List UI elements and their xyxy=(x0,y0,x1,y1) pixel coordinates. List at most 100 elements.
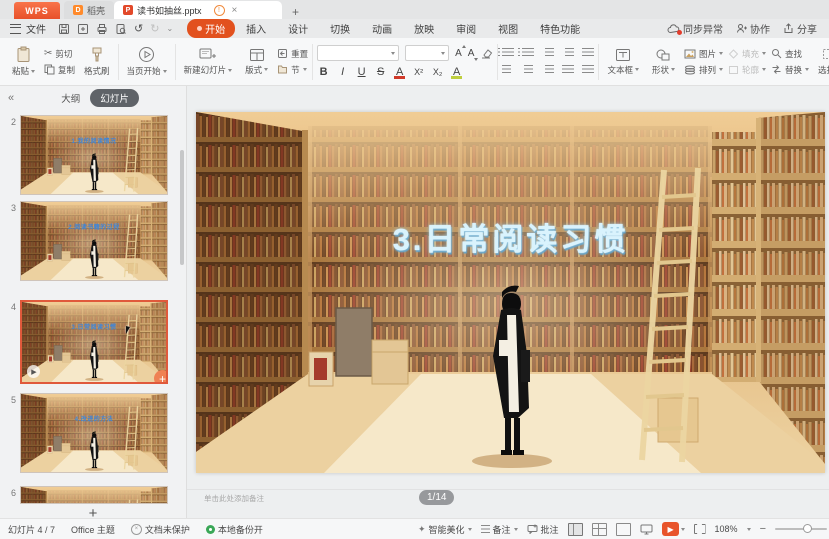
sync-status-button[interactable]: 同步异常 xyxy=(667,21,723,36)
slide-canvas[interactable]: 3.日常阅读习惯 xyxy=(196,112,825,473)
menu-tab-transition[interactable]: 切换 xyxy=(319,21,361,36)
slide-thumb-row: 4 3.日常阅读习惯 ▶ + xyxy=(0,300,186,384)
strikethrough-button[interactable]: S xyxy=(374,66,387,78)
normal-view-button[interactable] xyxy=(568,523,583,536)
new-tab-button[interactable]: + xyxy=(292,5,299,19)
print-preview-icon[interactable] xyxy=(115,23,127,35)
numbering-icon[interactable] xyxy=(522,48,534,58)
beautify-star-icon: ✦ xyxy=(418,524,426,535)
indent-decrease-icon[interactable] xyxy=(542,48,554,58)
underline-button[interactable]: U xyxy=(355,66,368,78)
slide-thumbnail-4-selected[interactable]: 3.日常阅读习惯 ▶ + xyxy=(20,300,168,384)
hamburger-icon[interactable] xyxy=(10,24,21,34)
align-justify-icon[interactable] xyxy=(562,65,574,75)
zoom-level[interactable]: 108% xyxy=(715,524,738,534)
share-button[interactable]: 分享 xyxy=(783,21,817,36)
protection-status[interactable]: × 文档未保护 xyxy=(131,523,190,536)
fullscreen-icon[interactable] xyxy=(694,524,706,534)
grow-font-button[interactable]: A xyxy=(455,48,462,59)
customize-quickbar-icon[interactable]: ⌄ xyxy=(166,24,173,33)
slide-layout-button[interactable]: 版式 xyxy=(241,46,272,78)
indent-increase-icon[interactable] xyxy=(562,48,574,58)
slide-thumbnail-5[interactable]: 4.改进的方法 xyxy=(20,393,168,473)
zoom-out-button[interactable]: − xyxy=(760,523,766,535)
zoom-slider-knob[interactable] xyxy=(803,524,812,533)
sidebar-scrollbar[interactable] xyxy=(180,150,184,265)
picture-button[interactable]: 图片 xyxy=(684,48,723,60)
thumb-play-icon[interactable]: ▶ xyxy=(27,365,40,378)
menu-tab-special[interactable]: 特色功能 xyxy=(529,21,591,36)
menu-tab-insert[interactable]: 插入 xyxy=(235,21,277,36)
cut-button[interactable]: ✂ 剪切 xyxy=(44,48,75,60)
shapes-button[interactable]: 形状 xyxy=(648,46,679,78)
arrange-button[interactable]: 排列 xyxy=(684,64,723,76)
italic-button[interactable]: I xyxy=(336,66,349,78)
align-right-icon[interactable] xyxy=(542,65,554,75)
new-slide-button[interactable]: 新建幻灯片 xyxy=(180,45,237,78)
copy-button[interactable]: 复制 xyxy=(44,64,75,76)
notes-button[interactable]: 备注 xyxy=(481,523,518,536)
bullets-icon[interactable] xyxy=(502,48,514,58)
play-from-current-button[interactable]: 当页开始 xyxy=(123,44,171,79)
comments-button[interactable]: 批注 xyxy=(527,523,559,536)
reading-view-button[interactable] xyxy=(616,523,631,536)
slideshow-view-icon[interactable] xyxy=(640,524,653,535)
line-spacing-icon[interactable] xyxy=(582,65,594,75)
slide-thumbnail-6[interactable] xyxy=(20,486,168,504)
bold-button[interactable]: B xyxy=(317,66,330,78)
select-button[interactable]: 选择 xyxy=(814,46,829,78)
tab-close-icon[interactable]: × xyxy=(232,5,238,16)
reset-slide-button[interactable]: 重置 xyxy=(277,48,308,60)
align-left-icon[interactable] xyxy=(502,65,514,75)
thumb-add-icon[interactable]: + xyxy=(154,370,168,384)
wps-menu-button[interactable]: WPS xyxy=(14,2,60,19)
align-center-icon[interactable] xyxy=(522,65,534,75)
menu-tab-design[interactable]: 设计 xyxy=(277,21,319,36)
text-direction-icon[interactable] xyxy=(582,48,594,58)
slide-thumbnail-3[interactable]: 2.阅读书籍的过程 xyxy=(20,201,168,281)
menu-tab-home[interactable]: 开始 xyxy=(187,19,235,38)
notes-placeholder[interactable]: 单击此处添加备注 xyxy=(204,493,264,504)
find-label: 查找 xyxy=(785,48,802,60)
reset-label: 重置 xyxy=(291,48,308,60)
font-name-combo[interactable] xyxy=(317,45,399,61)
font-color-button[interactable]: A xyxy=(393,66,406,78)
ribbon-separator xyxy=(598,44,599,80)
theme-name[interactable]: Office 主题 xyxy=(71,523,115,536)
menu-tab-review[interactable]: 审阅 xyxy=(445,21,487,36)
undo-icon[interactable]: ↺ xyxy=(134,22,143,35)
menu-file[interactable]: 文件 xyxy=(26,21,46,36)
highlight-button[interactable]: A xyxy=(450,66,463,78)
tab-slides[interactable]: 幻灯片 xyxy=(90,89,139,107)
subscript-button[interactable]: X₂ xyxy=(431,67,444,77)
dropdown-arrow-icon xyxy=(514,528,518,531)
smart-beautify-button[interactable]: ✦ 智能美化 xyxy=(418,523,472,536)
slide-sorter-view-button[interactable] xyxy=(592,523,607,536)
textbox-button[interactable]: 文本框 xyxy=(603,46,643,78)
slide-title-text[interactable]: 3.日常阅读习惯 xyxy=(196,214,825,259)
menu-tab-animation[interactable]: 动画 xyxy=(361,21,403,36)
menu-tab-slideshow[interactable]: 放映 xyxy=(403,21,445,36)
section-button[interactable]: 节 xyxy=(277,64,308,76)
play-slideshow-button[interactable]: ▶ xyxy=(662,522,685,536)
print-icon[interactable] xyxy=(96,23,108,35)
menu-tab-view[interactable]: 视图 xyxy=(487,21,529,36)
replace-button[interactable]: 替换 xyxy=(771,64,809,76)
export-icon[interactable] xyxy=(77,23,89,35)
notes-splitter[interactable] xyxy=(187,489,829,490)
paste-button[interactable]: 粘贴 xyxy=(8,44,39,79)
save-icon[interactable] xyxy=(58,23,70,35)
superscript-button[interactable]: X² xyxy=(412,67,425,77)
backup-status[interactable]: 本地备份开 xyxy=(206,523,263,536)
slide-thumbnail-2[interactable]: 1.我的阅读情况 xyxy=(20,115,168,195)
collaborate-button[interactable]: 协作 xyxy=(736,21,770,36)
clear-format-icon[interactable] xyxy=(480,48,493,59)
tab-document[interactable]: P 读书如抽丝.pptx ! × xyxy=(114,1,282,19)
tab-docer[interactable]: D 稻壳 xyxy=(64,1,114,19)
zoom-slider[interactable] xyxy=(775,528,827,530)
find-button[interactable]: 查找 xyxy=(771,48,809,60)
shrink-font-button[interactable]: A xyxy=(468,48,475,59)
format-painter-button[interactable]: 格式刷 xyxy=(80,45,114,79)
tab-outline[interactable]: 大纲 xyxy=(61,91,80,105)
font-size-combo[interactable] xyxy=(405,45,449,61)
